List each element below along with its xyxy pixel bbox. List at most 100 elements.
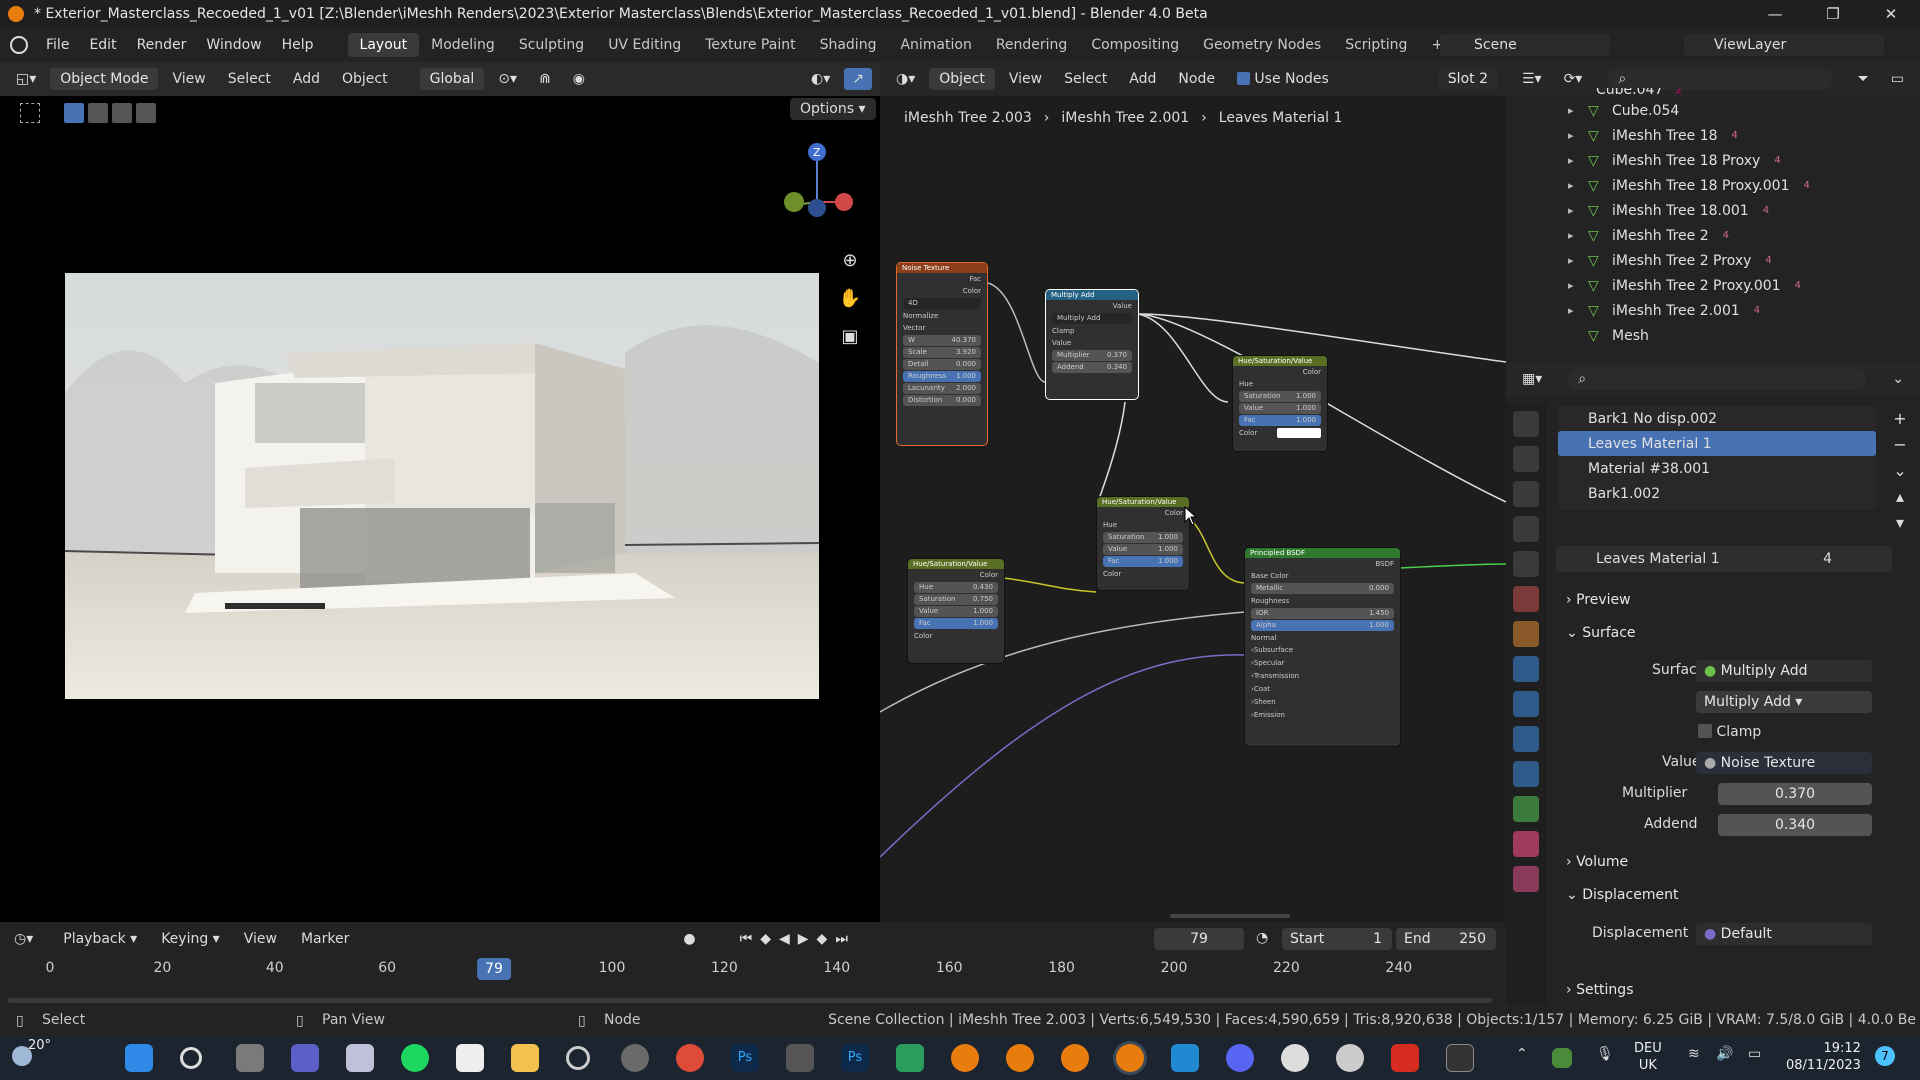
bsdf-panel-emission[interactable]: › Emission	[1245, 709, 1400, 722]
snap-icon[interactable]: ⋒	[531, 68, 559, 90]
slot-move-up-button[interactable]: ▴	[1890, 484, 1910, 510]
camera-view-icon[interactable]: ▣	[838, 318, 862, 356]
tool-tab-icon[interactable]	[1513, 411, 1539, 437]
pivot-icon[interactable]: ⊙▾	[490, 68, 525, 90]
clock[interactable]: 19:12 08/11/2023	[1786, 1040, 1861, 1074]
material-users-count[interactable]: 4	[1823, 551, 1832, 567]
current-frame-indicator[interactable]: 79	[477, 958, 511, 980]
outliner-row[interactable]: ▸ ▽ Cube.054	[1506, 98, 1920, 123]
outliner-editor-icon[interactable]: ☰▾	[1514, 68, 1550, 90]
overlay-icon[interactable]: ◐▾	[803, 68, 838, 90]
surface-field[interactable]: ● Multiply Add	[1696, 660, 1872, 682]
tab-animation[interactable]: Animation	[888, 33, 983, 57]
data-tab-icon[interactable]	[1513, 796, 1539, 822]
expand-arrow-icon[interactable]: ▸	[1568, 304, 1588, 317]
physics-tab-icon[interactable]	[1513, 726, 1539, 752]
photoshop-2-icon[interactable]: Ps	[841, 1044, 869, 1072]
noise-detail[interactable]: Detail 0.000	[903, 359, 981, 370]
viewport-menu-add[interactable]: Add	[285, 68, 328, 90]
jump-end-icon[interactable]: ⏭	[835, 931, 856, 947]
properties-search-input[interactable]: ⌕	[1568, 368, 1867, 390]
multiplier-field[interactable]: 0.370	[1718, 783, 1872, 805]
gizmo-toggle-icon[interactable]: ↗	[844, 68, 872, 90]
bsdf-alpha[interactable]: Alpha 1.000	[1251, 620, 1394, 631]
shader-node-editor[interactable]: ◑▾ Object View Select Add Node Use Nodes…	[880, 62, 1506, 922]
davinci-icon[interactable]	[786, 1044, 814, 1072]
timeline[interactable]: ◷▾ Playback ▾ Keying ▾ View Marker ● ⏮◆◀…	[0, 922, 1506, 1006]
outliner-row[interactable]: ▸▽Mesh	[1506, 323, 1920, 348]
tray-app-icon[interactable]	[1552, 1048, 1572, 1068]
menu-window[interactable]: Window	[196, 37, 271, 53]
notification-badge[interactable]: 7	[1875, 1046, 1895, 1066]
operation-dropdown[interactable]: Multiply Add ▾	[1696, 691, 1872, 713]
menu-edit[interactable]: Edit	[79, 37, 126, 53]
outliner-row[interactable]: ▸ ▽ iMeshh Tree 2.001 4	[1506, 298, 1920, 323]
select-intersect-icon[interactable]	[136, 103, 156, 123]
add-slot-button[interactable]: +	[1890, 406, 1910, 432]
terminal-icon[interactable]	[1446, 1044, 1474, 1072]
hsv-top-saturation[interactable]: Saturation 1.000	[1239, 391, 1321, 402]
blender-4-icon[interactable]	[1116, 1044, 1144, 1072]
displacement-field[interactable]: ● Default	[1696, 923, 1872, 945]
options-dropdown[interactable]: Options ▾	[790, 98, 876, 120]
settings-gear-icon[interactable]	[1336, 1044, 1364, 1072]
outliner-row[interactable]: ▸ ▽ iMeshh Tree 2 Proxy.001 4	[1506, 273, 1920, 298]
bsdf-panel-subsurface[interactable]: › Subsurface	[1245, 644, 1400, 657]
outliner-row[interactable]: ▸ ▽ iMeshh Tree 18 Proxy.001 4	[1506, 173, 1920, 198]
material-slot-2[interactable]: Material #38.001	[1558, 456, 1876, 481]
gizmo-y-axis[interactable]	[784, 192, 804, 212]
prev-keyframe-icon[interactable]: ◆	[760, 931, 779, 947]
blender-2-icon[interactable]	[1006, 1044, 1034, 1072]
tab-rendering[interactable]: Rendering	[984, 33, 1080, 57]
outliner[interactable]: ☰▾ ⟳▾ ⌕ ⏷ ▭ Cube.047 2 ▸ ▽ Cube.054 ▸ ▽ iMesh…	[1506, 62, 1920, 362]
node-hsv-top[interactable]: Hue/Saturation/Value Color Hue Saturatio…	[1233, 356, 1327, 451]
select-subtract-icon[interactable]	[112, 103, 132, 123]
gizmo-x-axis[interactable]	[835, 193, 853, 211]
blender-1-icon[interactable]	[951, 1044, 979, 1072]
section-displacement[interactable]: ⌄ Displacement	[1566, 887, 1678, 903]
section-preview[interactable]: › Preview	[1566, 592, 1631, 608]
preview-range-icon[interactable]: ◔	[1256, 930, 1268, 946]
remove-slot-button[interactable]: −	[1890, 432, 1910, 458]
minimize-button[interactable]: —	[1746, 0, 1804, 28]
section-surface[interactable]: ⌄ Surface	[1566, 625, 1636, 641]
blender-menu-icon[interactable]	[10, 36, 28, 54]
tab-scripting[interactable]: Scripting	[1333, 33, 1419, 57]
object-tab-icon[interactable]	[1513, 621, 1539, 647]
file-explorer-icon[interactable]	[511, 1044, 539, 1072]
slot-move-down-button[interactable]: ▾	[1890, 510, 1910, 536]
material-name-field[interactable]: Leaves Material 1	[1596, 551, 1720, 567]
noise-roughness[interactable]: Roughness 1.000	[903, 371, 981, 382]
expand-arrow-icon[interactable]: ▸	[1568, 104, 1588, 117]
viewport-menu-select[interactable]: Select	[220, 68, 279, 90]
timeline-menu-playback[interactable]: Playback ▾	[53, 931, 147, 947]
teams-icon[interactable]	[291, 1044, 319, 1072]
hsv-top-color-swatch[interactable]	[1277, 428, 1321, 438]
filter-icon[interactable]: ⏷	[1850, 68, 1877, 90]
menu-render[interactable]: Render	[127, 37, 197, 53]
bsdf-panel-sheen[interactable]: › Sheen	[1245, 696, 1400, 709]
multiply-clamp[interactable]: Clamp	[1046, 325, 1138, 337]
node-hsv-left[interactable]: Hue/Saturation/Value Color Hue 0.430 Satu…	[908, 559, 1004, 663]
steam-icon[interactable]	[621, 1044, 649, 1072]
expand-arrow-icon[interactable]: ▸	[1568, 204, 1588, 217]
expand-arrow-icon[interactable]: ▸	[1568, 229, 1588, 242]
close-button[interactable]: ✕	[1862, 0, 1920, 28]
view-layer-tab-icon[interactable]	[1513, 516, 1539, 542]
timeline-menu-marker[interactable]: Marker	[291, 931, 359, 947]
outliner-row[interactable]: ▸ ▽ iMeshh Tree 2 Proxy 4	[1506, 248, 1920, 273]
mode-dropdown[interactable]: Object Mode	[50, 68, 159, 90]
expand-arrow-icon[interactable]: ▸	[1568, 129, 1588, 142]
outliner-row[interactable]: ▸ ▽ iMeshh Tree 18.001 4	[1506, 198, 1920, 223]
zoom-icon[interactable]: ⊕	[838, 242, 862, 280]
outliner-display-mode-icon[interactable]: ⟳▾	[1556, 68, 1591, 90]
material-slot-3[interactable]: Bark1.002	[1558, 481, 1876, 506]
select-tool-icon[interactable]	[20, 103, 40, 123]
app-3-icon[interactable]	[896, 1044, 924, 1072]
hsv-top-color[interactable]: Color	[1233, 427, 1327, 439]
timeline-menu-keying[interactable]: Keying ▾	[151, 931, 230, 947]
end-frame-field[interactable]: End 250	[1396, 928, 1496, 950]
texture-tab-icon[interactable]	[1513, 866, 1539, 892]
viewlayer-selector[interactable]: ViewLayer	[1684, 34, 1884, 56]
outliner-search-input[interactable]: ⌕	[1608, 68, 1832, 90]
